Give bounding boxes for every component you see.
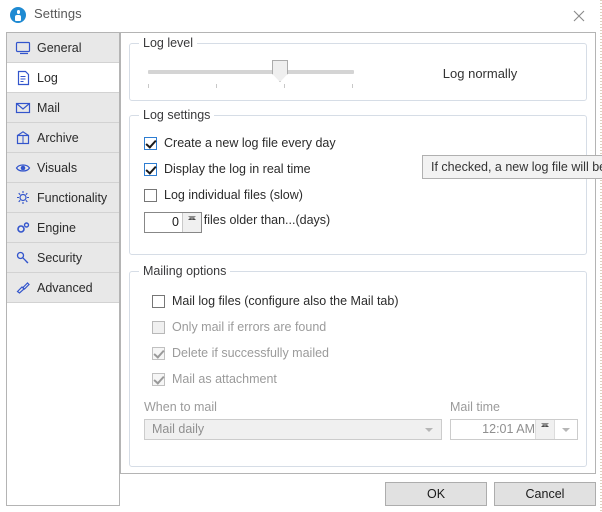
mail-time-spinner[interactable] — [535, 420, 555, 439]
settings-dialog: Settings General Log Mail Archive Visual… — [0, 0, 602, 512]
sidebar-item-label: Log — [37, 70, 58, 85]
checkbox-log-individual-files[interactable]: Log individual files (slow) — [144, 188, 303, 202]
checkbox-label: Mail log files (configure also the Mail … — [172, 294, 399, 308]
sidebar-item-label: Functionality — [37, 190, 108, 205]
mailing-options-group: Mailing options Mail log files (configur… — [129, 264, 587, 467]
box-icon — [15, 130, 32, 146]
sidebar-item-functionality[interactable]: Functionality — [7, 183, 119, 213]
envelope-icon — [15, 100, 32, 116]
when-to-mail-value: Mail daily — [152, 422, 205, 436]
settings-person-icon — [10, 7, 26, 23]
checkbox-box — [144, 188, 157, 202]
sidebar-item-visuals[interactable]: Visuals — [7, 153, 119, 183]
eye-icon — [15, 160, 32, 176]
spinner-buttons — [182, 213, 201, 232]
when-to-mail-label: When to mail — [144, 400, 217, 414]
checkbox-delete-if-successfully-mailed: Delete if successfully mailed — [152, 346, 329, 360]
sidebar-item-label: General — [37, 40, 82, 55]
sidebar-item-mail[interactable]: Mail — [7, 93, 119, 123]
gears-icon — [15, 220, 32, 236]
log-level-slider-thumb[interactable] — [272, 60, 288, 82]
slider-tick — [284, 84, 285, 88]
slider-tick — [148, 84, 149, 88]
settings-content-panel: Log level Log normally Log settings Crea… — [120, 32, 596, 474]
sidebar-item-engine[interactable]: Engine — [7, 213, 119, 243]
checkbox-create-new-log-file-every-day[interactable]: Create a new log file every day — [144, 136, 336, 150]
checkbox-box — [152, 346, 165, 360]
close-button[interactable] — [557, 0, 602, 30]
log-level-slider-track[interactable] — [148, 70, 354, 74]
mail-time-label: Mail time — [450, 400, 501, 414]
delete-log-files-days-input[interactable]: 0 — [144, 212, 202, 233]
slider-tick — [352, 84, 353, 88]
checkbox-display-log-real-time[interactable]: Display the log in real time — [144, 162, 311, 176]
checkbox-only-mail-if-errors: Only mail if errors are found — [152, 320, 326, 334]
checkbox-label: Create a new log file every day — [164, 136, 336, 150]
close-icon — [573, 10, 585, 22]
checkbox-mail-as-attachment: Mail as attachment — [152, 372, 277, 386]
lightbulb-icon — [15, 190, 32, 206]
checkbox-label: Mail as attachment — [172, 372, 277, 386]
checkbox-box — [152, 372, 165, 386]
monitor-icon — [15, 40, 32, 56]
sidebar-item-label: Security — [37, 250, 83, 265]
ok-button[interactable]: OK — [385, 482, 487, 506]
mail-time-input[interactable]: 12:01 AM — [450, 419, 578, 440]
tooltip: If checked, a new log file will be — [422, 155, 602, 179]
log-level-value-text: Log normally — [442, 66, 518, 81]
checkbox-box — [152, 320, 165, 334]
mail-time-value: 12:01 AM — [482, 422, 535, 436]
chevron-down-icon — [425, 428, 433, 432]
key-icon — [15, 250, 32, 266]
sidebar-item-general[interactable]: General — [7, 33, 119, 63]
screwdriver-icon — [15, 280, 32, 296]
checkbox-label: Display the log in real time — [164, 162, 311, 176]
cancel-button[interactable]: Cancel — [494, 482, 596, 506]
sidebar-item-security[interactable]: Security — [7, 243, 119, 273]
checkbox-label: Log individual files (slow) — [164, 188, 303, 202]
document-icon — [15, 70, 32, 86]
slider-tick — [216, 84, 217, 88]
mailing-options-group-title: Mailing options — [139, 264, 231, 278]
sidebar-item-label: Mail — [37, 100, 60, 115]
sidebar-item-label: Visuals — [37, 160, 78, 175]
sidebar-item-advanced[interactable]: Advanced — [7, 273, 119, 303]
checkbox-box — [144, 136, 157, 150]
delete-log-files-days-value: 0 — [172, 215, 179, 229]
checkbox-mail-log-files[interactable]: Mail log files (configure also the Mail … — [152, 294, 399, 308]
sidebar-empty-area — [7, 303, 119, 503]
checkbox-label: Delete if successfully mailed — [172, 346, 330, 360]
mail-time-dropdown-icon[interactable] — [556, 420, 577, 439]
title-bar: Settings — [0, 0, 602, 32]
checkbox-label: Only mail if errors are found — [172, 320, 327, 334]
log-settings-group: Log settings Create a new log file every… — [129, 108, 587, 255]
sidebar-item-label: Archive — [37, 130, 79, 145]
sidebar-item-label: Engine — [37, 220, 76, 235]
settings-sidebar: General Log Mail Archive Visuals Functio… — [6, 32, 120, 506]
log-level-group: Log level Log normally — [129, 36, 587, 101]
log-settings-group-title: Log settings — [139, 108, 215, 122]
checkbox-box — [144, 162, 157, 176]
sidebar-item-label: Advanced — [37, 280, 93, 295]
checkbox-box — [152, 294, 165, 308]
when-to-mail-select[interactable]: Mail daily — [144, 419, 442, 440]
sidebar-item-log[interactable]: Log — [7, 63, 119, 93]
window-title: Settings — [34, 6, 82, 21]
log-level-group-title: Log level — [139, 36, 198, 50]
sidebar-item-archive[interactable]: Archive — [7, 123, 119, 153]
